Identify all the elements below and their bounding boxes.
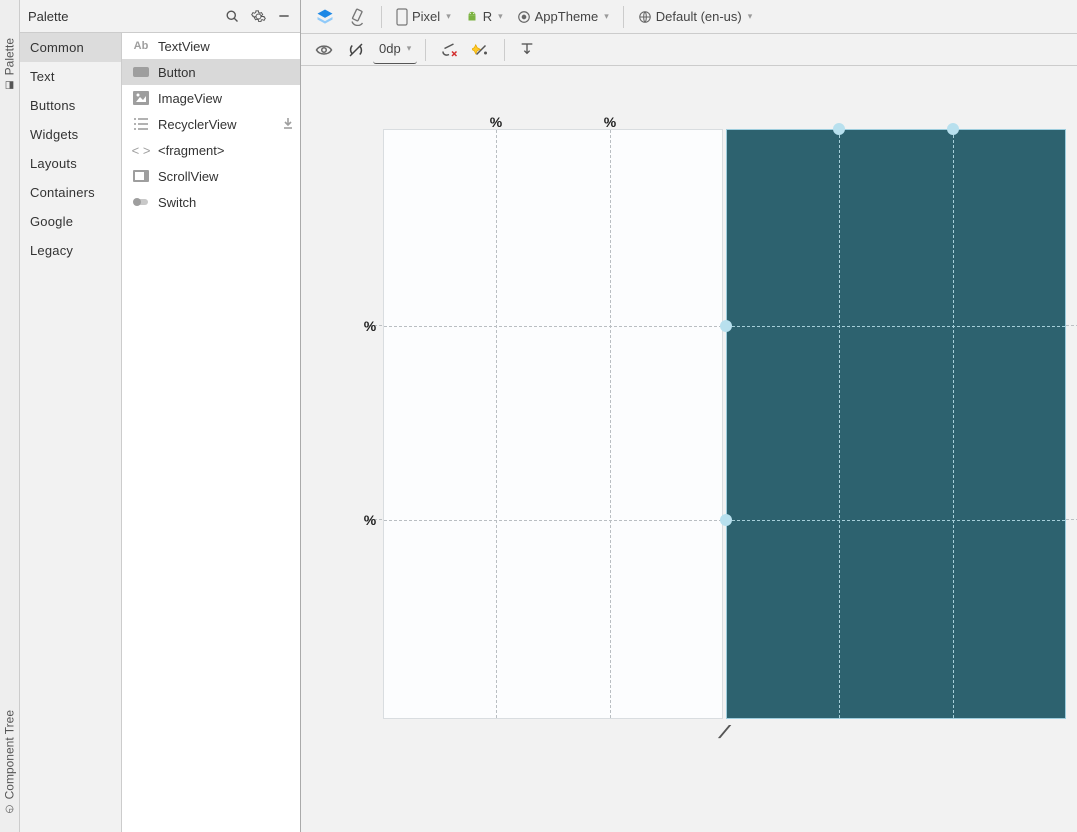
download-icon[interactable] <box>282 117 294 132</box>
comp-fragment[interactable]: < > <fragment> <box>122 137 300 163</box>
cat-layouts[interactable]: Layouts <box>20 149 121 178</box>
tree-tab-icon: ◴ <box>4 803 15 814</box>
separator <box>504 39 505 61</box>
percent-marker: % <box>364 512 376 528</box>
separator <box>623 6 624 28</box>
vert-tab-palette-label: Palette <box>3 38 17 75</box>
theme-picker[interactable]: AppTheme ▾ <box>511 3 615 31</box>
comp-label: <fragment> <box>158 143 225 158</box>
chevron-down-icon: ▾ <box>407 43 412 54</box>
vert-tab-component-tree[interactable]: ◴ Component Tree <box>0 702 19 822</box>
guideline-horizontal[interactable] <box>727 326 1065 327</box>
disable-autoconnect-button[interactable] <box>341 36 371 64</box>
design-canvas[interactable]: % % % % // <box>301 66 1077 832</box>
palette-categories: Common Text Buttons Widgets Layouts Cont… <box>20 33 122 832</box>
textview-icon: Ab <box>132 38 150 54</box>
percent-marker: % <box>604 114 616 130</box>
palette-tab-icon: ◧ <box>4 79 15 90</box>
resize-grip-icon[interactable]: // <box>717 722 727 743</box>
api-picker[interactable]: R ▾ <box>459 3 509 31</box>
design-toolbar-secondary: 0dp ▾ <box>301 34 1077 66</box>
guideline-vertical[interactable] <box>953 130 954 718</box>
guideline-horizontal[interactable] <box>727 520 1065 521</box>
cat-google[interactable]: Google <box>20 207 121 236</box>
comp-label: RecyclerView <box>158 117 237 132</box>
comp-textview[interactable]: Ab TextView <box>122 33 300 59</box>
cat-legacy[interactable]: Legacy <box>20 236 121 265</box>
comp-label: TextView <box>158 39 210 54</box>
cat-common[interactable]: Common <box>20 33 121 62</box>
guideline-vertical[interactable] <box>496 130 497 718</box>
api-label: R <box>483 9 492 24</box>
comp-recyclerview[interactable]: RecyclerView <box>122 111 300 137</box>
guideline-vertical[interactable] <box>839 130 840 718</box>
percent-marker: % <box>364 318 376 334</box>
palette-panel: Palette Common Text Buttons Widgets Layo… <box>20 0 301 832</box>
design-surface-white[interactable]: % % % % <box>383 129 723 719</box>
vert-tab-tree-label: Component Tree <box>3 710 17 799</box>
guideline-horizontal[interactable] <box>384 326 722 327</box>
guideline-handle[interactable] <box>947 123 959 135</box>
chevron-down-icon: ▾ <box>446 11 451 22</box>
comp-label: Switch <box>158 195 196 210</box>
palette-header: Palette <box>20 0 300 33</box>
palette-tools <box>224 8 292 24</box>
percent-marker: % <box>490 114 502 130</box>
clear-constraints-button[interactable] <box>434 36 464 64</box>
design-surface-blueprint[interactable] <box>726 129 1066 719</box>
default-margin-field[interactable]: 0dp ▾ <box>373 36 417 64</box>
guideline-handle[interactable] <box>720 320 732 332</box>
guideline-vertical[interactable] <box>610 130 611 718</box>
recyclerview-icon <box>132 116 150 132</box>
guidelines-button[interactable] <box>513 36 541 64</box>
comp-label: ScrollView <box>158 169 218 184</box>
gear-icon[interactable] <box>250 8 266 24</box>
cat-text[interactable]: Text <box>20 62 121 91</box>
guideline-handle[interactable] <box>720 514 732 526</box>
separator <box>381 6 382 28</box>
locale-picker[interactable]: Default (en-us) ▾ <box>632 3 759 31</box>
infer-constraints-button[interactable] <box>466 36 496 64</box>
design-surface-button[interactable] <box>309 3 341 31</box>
minimize-icon[interactable] <box>276 8 292 24</box>
palette-components: Ab TextView Button ImageView <box>122 33 300 832</box>
design-editor: Pixel ▾ R ▾ AppTheme ▾ Default (en-us) ▾ <box>301 0 1077 832</box>
guideline-horizontal[interactable] <box>384 520 722 521</box>
chevron-down-icon: ▾ <box>748 11 753 22</box>
device-picker[interactable]: Pixel ▾ <box>390 3 457 31</box>
cat-containers[interactable]: Containers <box>20 178 121 207</box>
guideline-handle[interactable] <box>833 123 845 135</box>
comp-switch[interactable]: Switch <box>122 189 300 215</box>
scrollview-icon <box>132 168 150 184</box>
comp-imageview[interactable]: ImageView <box>122 85 300 111</box>
palette-title: Palette <box>28 9 224 24</box>
switch-icon <box>132 194 150 210</box>
view-options-button[interactable] <box>309 36 339 64</box>
cat-widgets[interactable]: Widgets <box>20 120 121 149</box>
vert-tab-palette[interactable]: ◧ Palette <box>0 30 19 98</box>
comp-button[interactable]: Button <box>122 59 300 85</box>
orientation-button[interactable] <box>343 3 373 31</box>
device-label: Pixel <box>412 9 440 24</box>
design-toolbar-primary: Pixel ▾ R ▾ AppTheme ▾ Default (en-us) ▾ <box>301 0 1077 34</box>
theme-label: AppTheme <box>535 9 599 24</box>
chevron-down-icon: ▾ <box>604 11 609 22</box>
imageview-icon <box>132 90 150 106</box>
button-icon <box>132 64 150 80</box>
vertical-tab-strip: ◧ Palette ◴ Component Tree <box>0 0 20 832</box>
default-margin-value: 0dp <box>379 41 401 56</box>
comp-label: ImageView <box>158 91 222 106</box>
chevron-down-icon: ▾ <box>498 11 503 22</box>
fragment-icon: < > <box>132 142 150 158</box>
cat-buttons[interactable]: Buttons <box>20 91 121 120</box>
comp-label: Button <box>158 65 196 80</box>
search-icon[interactable] <box>224 8 240 24</box>
separator <box>425 39 426 61</box>
comp-scrollview[interactable]: ScrollView <box>122 163 300 189</box>
locale-label: Default (en-us) <box>656 9 742 24</box>
